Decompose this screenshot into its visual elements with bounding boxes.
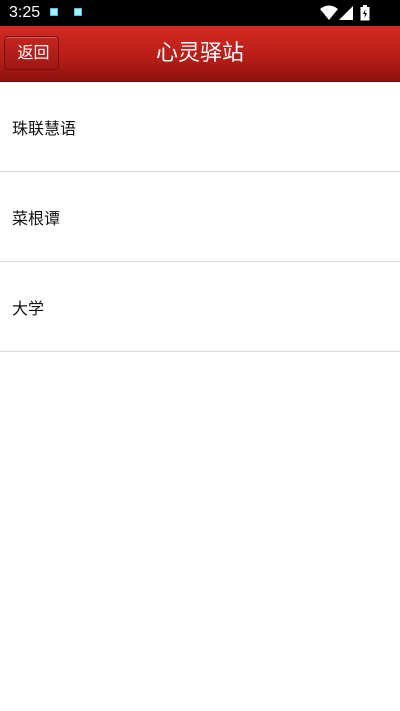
title-bar: 返回 心灵驿站 [0, 26, 400, 82]
list-item[interactable]: 大学 [0, 262, 400, 352]
list-item[interactable]: 菜根谭 [0, 172, 400, 262]
wifi-icon [320, 5, 338, 20]
status-time: 3:25 [9, 4, 41, 21]
signal-icon [339, 6, 353, 20]
back-button[interactable]: 返回 [4, 36, 59, 70]
battery-icon [360, 5, 370, 21]
notification-icon [74, 8, 82, 16]
page-title: 心灵驿站 [155, 41, 244, 66]
category-list: 珠联慧语 菜根谭 大学 [0, 82, 400, 352]
list-item[interactable]: 珠联慧语 [0, 82, 400, 172]
status-bar: 3:25 [0, 0, 400, 26]
notification-icon [50, 8, 58, 16]
